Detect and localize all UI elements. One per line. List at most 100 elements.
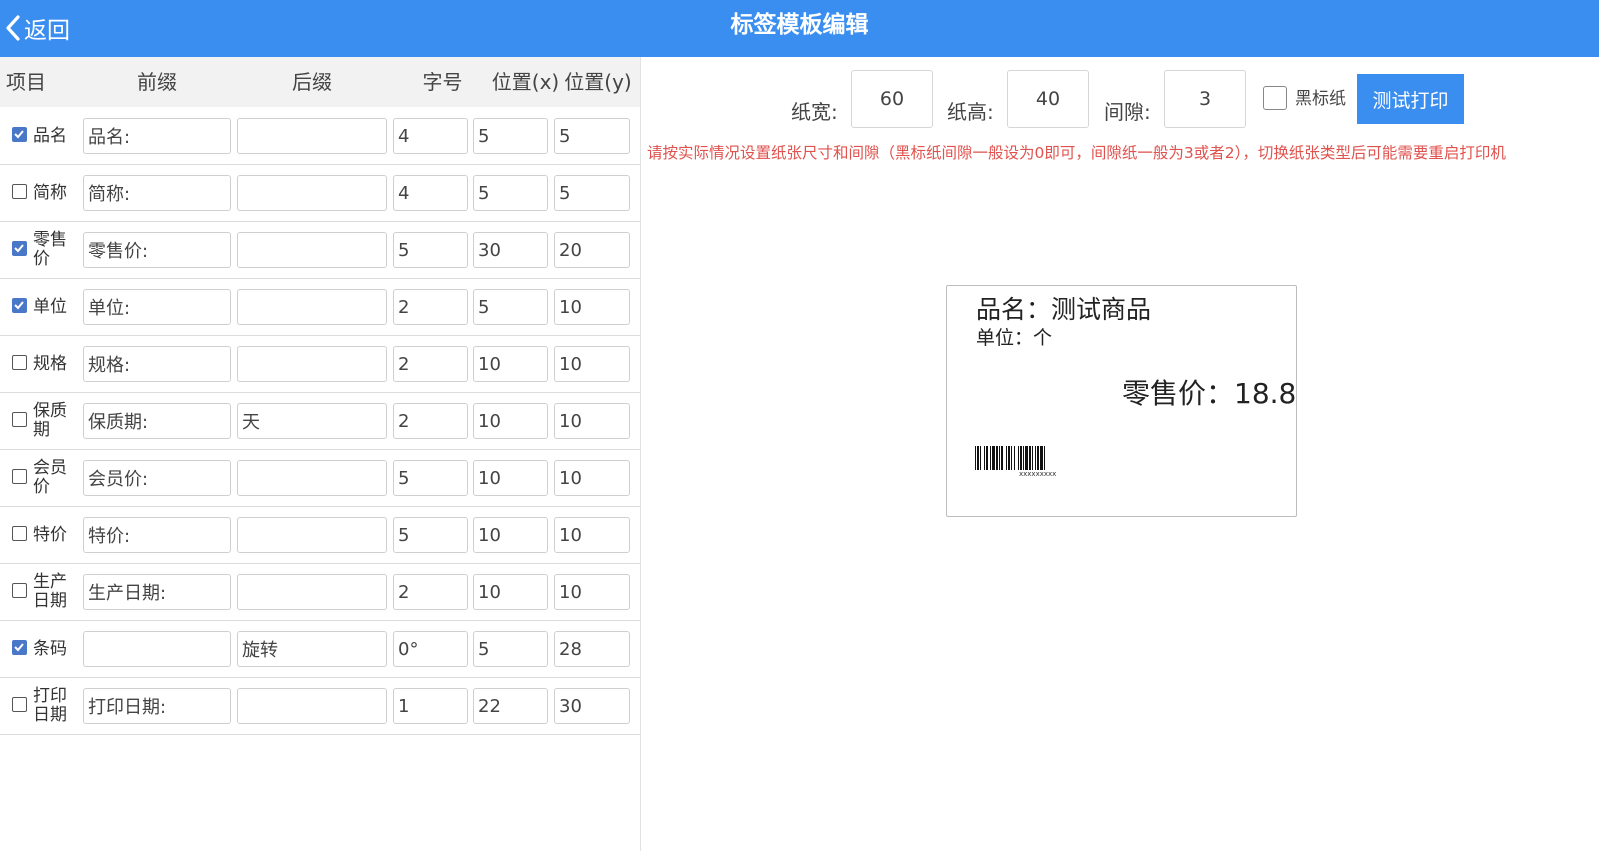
position-x-input[interactable] [473,460,548,496]
row-enable-checkbox[interactable] [12,127,27,142]
table-row: 品名 [0,107,640,165]
table-header: 项目 前缀 后缀 字号 位置(x) 位置(y) [0,57,640,107]
position-y-input[interactable] [554,232,630,268]
suffix-input[interactable] [237,631,387,667]
col-position-x: 位置(x) [491,70,560,94]
position-y-input[interactable] [554,118,630,154]
suffix-input[interactable] [237,688,387,724]
position-y-input[interactable] [554,175,630,211]
font-size-input[interactable] [393,403,468,439]
page-title: 标签模板编辑 [730,12,869,38]
checkmark-icon [14,301,24,310]
suffix-input[interactable] [237,175,387,211]
paper-setting-notice: 请按实际情况设置纸张尺寸和间隙（黑标纸间隙一般设为0即可，间隙纸一般为3或者2）… [647,144,1506,162]
test-print-button[interactable]: 测试打印 [1357,74,1464,124]
prefix-input[interactable] [83,289,231,325]
position-y-input[interactable] [554,688,630,724]
position-y-input[interactable] [554,403,630,439]
table-row: 保质期 [0,392,640,450]
suffix-input[interactable] [237,232,387,268]
suffix-input[interactable] [237,460,387,496]
table-row: 规格 [0,335,640,393]
position-x-input[interactable] [473,631,548,667]
font-size-input[interactable] [393,631,468,667]
font-size-input[interactable] [393,289,468,325]
position-x-input[interactable] [473,289,548,325]
prefix-input[interactable] [83,631,231,667]
position-x-input[interactable] [473,688,548,724]
gap-input[interactable] [1164,70,1246,128]
prefix-input[interactable] [83,460,231,496]
checkmark-icon [14,244,24,253]
table-row: 特价 [0,506,640,564]
position-y-input[interactable] [554,574,630,610]
template-field-panel: 项目 前缀 后缀 字号 位置(x) 位置(y) 品名简称零售价单位规格保质期会员… [0,57,641,851]
prefix-input[interactable] [83,175,231,211]
position-y-input[interactable] [554,460,630,496]
suffix-input[interactable] [237,403,387,439]
position-x-input[interactable] [473,346,548,382]
suffix-input[interactable] [237,289,387,325]
font-size-input[interactable] [393,574,468,610]
paper-width-label: 纸宽: [791,100,838,124]
table-row: 会员价 [0,449,640,507]
position-y-input[interactable] [554,289,630,325]
preview-product-name: 品名：测试商品 [976,295,1152,324]
suffix-input[interactable] [237,346,387,382]
suffix-input[interactable] [237,118,387,154]
row-enable-checkbox[interactable] [12,640,27,655]
font-size-input[interactable] [393,175,468,211]
suffix-input[interactable] [237,574,387,610]
col-suffix: 后缀 [292,70,332,94]
row-enable-checkbox[interactable] [12,469,27,484]
font-size-input[interactable] [393,232,468,268]
position-x-input[interactable] [473,118,548,154]
position-y-input[interactable] [554,631,630,667]
row-enable-checkbox[interactable] [12,184,27,199]
back-label: 返回 [24,18,70,44]
row-item-label: 打印日期 [33,686,67,725]
paper-height-input[interactable] [1007,70,1089,128]
prefix-input[interactable] [83,517,231,553]
position-y-input[interactable] [554,517,630,553]
font-size-input[interactable] [393,118,468,154]
paper-width-input[interactable] [851,70,933,128]
prefix-input[interactable] [83,346,231,382]
col-position-y: 位置(y) [564,70,632,94]
row-enable-checkbox[interactable] [12,526,27,541]
row-item-label: 零售价 [33,230,67,269]
row-enable-checkbox[interactable] [12,412,27,427]
position-x-input[interactable] [473,517,548,553]
row-item-label: 生产日期 [33,572,67,611]
label-preview: 品名：测试商品 单位：个 零售价：18.8 xxxxxxxxx [946,285,1297,517]
position-x-input[interactable] [473,175,548,211]
prefix-input[interactable] [83,118,231,154]
font-size-input[interactable] [393,517,468,553]
col-font-size: 字号 [422,70,463,94]
row-item-label: 保质期 [33,401,67,440]
font-size-input[interactable] [393,346,468,382]
font-size-input[interactable] [393,688,468,724]
back-button[interactable]: 返回 [4,8,70,48]
position-y-input[interactable] [554,346,630,382]
row-enable-checkbox[interactable] [12,298,27,313]
row-enable-checkbox[interactable] [12,697,27,712]
font-size-input[interactable] [393,460,468,496]
prefix-input[interactable] [83,403,231,439]
prefix-input[interactable] [83,688,231,724]
position-x-input[interactable] [473,232,548,268]
col-prefix: 前缀 [137,70,177,94]
row-item-label: 简称 [33,182,67,203]
black-mark-paper-checkbox[interactable] [1263,86,1287,110]
paper-height-label: 纸高: [947,100,994,124]
position-x-input[interactable] [473,403,548,439]
row-enable-checkbox[interactable] [12,583,27,598]
suffix-input[interactable] [237,517,387,553]
prefix-input[interactable] [83,574,231,610]
prefix-input[interactable] [83,232,231,268]
checkmark-icon [14,130,24,139]
row-item-label: 特价 [33,524,67,545]
row-enable-checkbox[interactable] [12,355,27,370]
position-x-input[interactable] [473,574,548,610]
row-enable-checkbox[interactable] [12,241,27,256]
